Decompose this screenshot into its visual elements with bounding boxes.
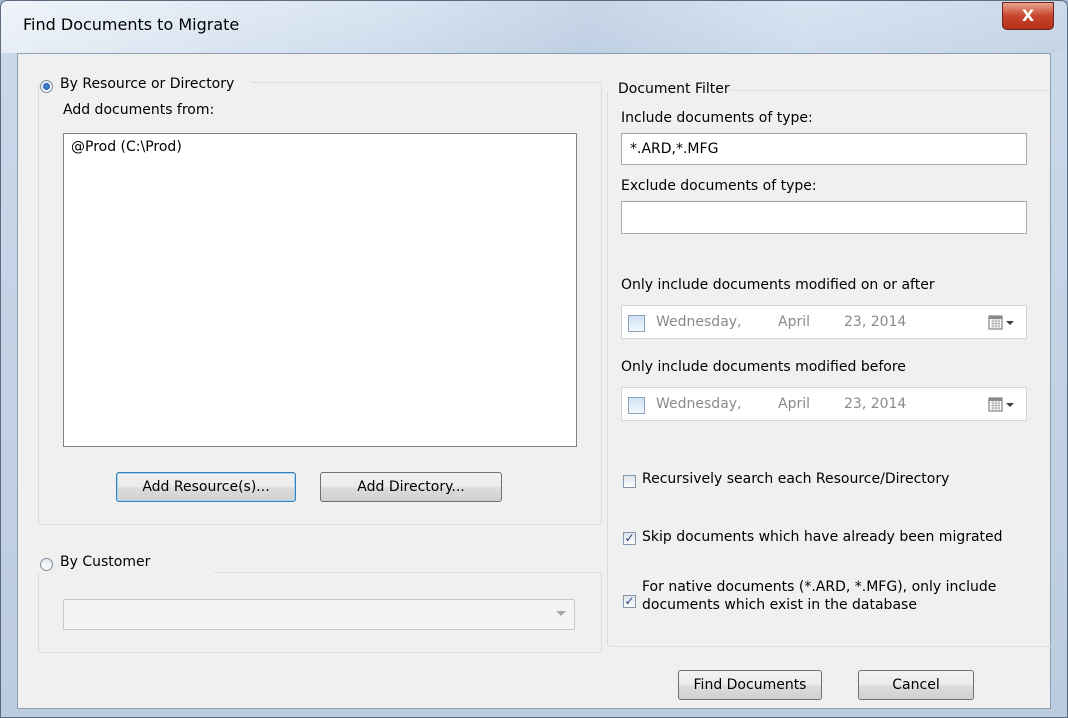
skip-migrated-label: Skip documents which have already been m… [642,529,1003,545]
add-resource-button[interactable]: Add Resource(s)... [116,472,296,502]
include-types-label: Include documents of type: [621,110,813,126]
modified-before-checkbox[interactable] [628,397,645,414]
calendar-dropdown-icon[interactable] [988,315,1016,331]
check-icon: ✓ [624,531,635,545]
include-types-input[interactable]: *.ARD,*.MFG [621,133,1027,165]
resource-group-top-border [251,82,601,83]
close-button[interactable]: X [1002,2,1054,30]
window-title: Find Documents to Migrate [23,15,240,34]
document-filter-label: Document Filter [618,81,730,97]
modified-after-datepicker[interactable]: Wednesday, April 23, 2014 [621,305,1027,339]
by-resource-radio[interactable] [40,80,53,93]
title-bar[interactable]: Find Documents to Migrate X [1,1,1067,53]
recursive-search-checkbox[interactable] [623,475,636,488]
cancel-button[interactable]: Cancel [858,670,974,700]
native-documents-checkbox[interactable]: ✓ [623,595,636,608]
by-customer-radio[interactable] [40,558,53,571]
date-month: April [778,314,810,330]
dialog-window: Find Documents to Migrate X By Resource … [0,0,1068,718]
exclude-types-label: Exclude documents of type: [621,178,817,194]
native-documents-label-line2: documents which exist in the database [642,597,917,613]
date-weekday: Wednesday, [656,396,742,412]
customer-select[interactable] [63,599,575,630]
filter-group-top-border [730,90,1050,91]
date-month: April [778,396,810,412]
modified-before-label: Only include documents modified before [621,359,906,375]
by-resource-label: By Resource or Directory [60,76,235,92]
dialog-client-area: By Resource or Directory Add documents f… [17,53,1052,709]
list-item[interactable]: @Prod (C:\Prod) [71,139,182,155]
close-icon: X [1021,6,1035,25]
date-weekday: Wednesday, [656,314,742,330]
find-documents-button[interactable]: Find Documents [678,670,822,700]
recursive-search-label: Recursively search each Resource/Directo… [642,471,950,487]
modified-after-checkbox[interactable] [628,315,645,332]
source-listbox[interactable]: @Prod (C:\Prod) [63,133,577,447]
modified-after-label: Only include documents modified on or af… [621,277,935,293]
exclude-types-input[interactable] [621,201,1027,234]
by-customer-label: By Customer [60,554,151,570]
add-documents-from-label: Add documents from: [63,102,215,118]
chevron-down-icon [556,611,566,616]
customer-group-top-border [214,572,601,573]
add-directory-button[interactable]: Add Directory... [320,472,502,502]
modified-before-datepicker[interactable]: Wednesday, April 23, 2014 [621,387,1027,421]
native-documents-label-line1: For native documents (*.ARD, *.MFG), onl… [642,579,997,595]
date-day-year: 23, 2014 [844,314,907,330]
calendar-dropdown-icon[interactable] [988,397,1016,413]
skip-migrated-checkbox[interactable]: ✓ [623,532,636,545]
check-icon: ✓ [624,594,635,608]
date-day-year: 23, 2014 [844,396,907,412]
